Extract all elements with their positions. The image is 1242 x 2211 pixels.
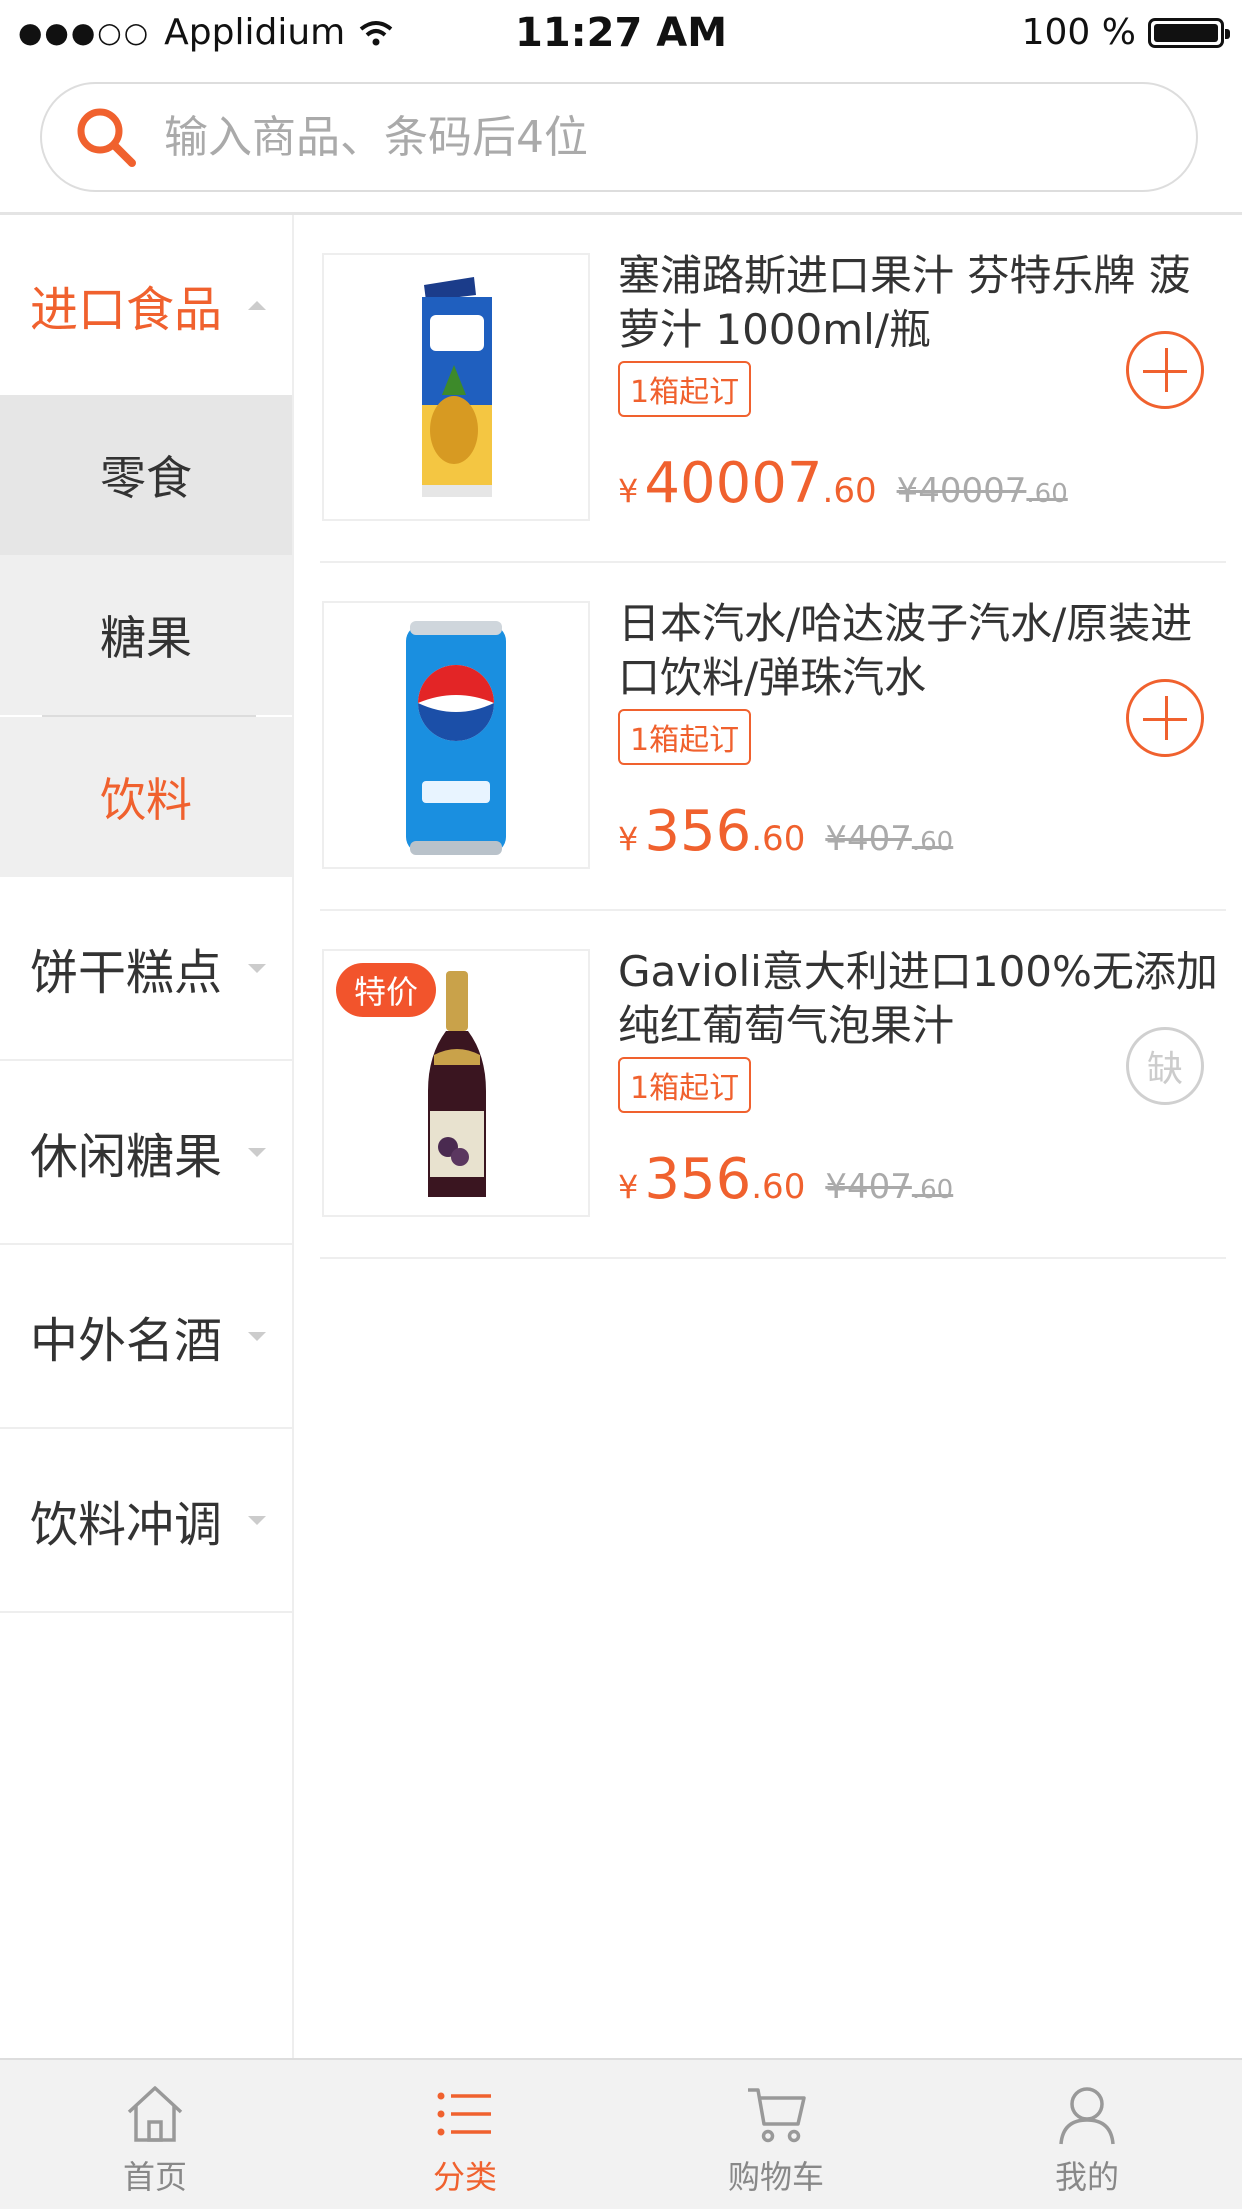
subcategory-drinks[interactable]: 饮料: [0, 717, 292, 877]
original-price-decimal: .60: [911, 827, 954, 857]
subcategory-label: 糖果: [100, 611, 192, 665]
original-price-integer: ¥407: [825, 819, 912, 859]
min-order-badge: 1箱起订: [618, 361, 752, 417]
price-row: ¥ 356 .60 ¥407.60: [618, 1147, 953, 1212]
product-title[interactable]: Gavioli意大利进口100%无添加纯红葡萄气泡果汁: [618, 945, 1228, 1053]
min-order-badge: 1箱起订: [618, 1057, 752, 1113]
add-to-cart-button[interactable]: [1126, 679, 1204, 757]
product-card[interactable]: 塞浦路斯进口果汁 芬特乐牌 菠萝汁 1000ml/瓶 1箱起订 ¥ 40007 …: [320, 215, 1226, 563]
currency-symbol: ¥: [618, 1168, 639, 1206]
caret-down-icon: [248, 1331, 266, 1341]
home-icon: [127, 2086, 183, 2142]
price-decimal: .60: [751, 819, 806, 859]
search-icon: [77, 108, 136, 167]
caret-down-icon: [248, 1147, 266, 1157]
list-icon: [437, 2092, 491, 2136]
price-decimal: .60: [822, 471, 877, 511]
original-price-decimal: .60: [1026, 479, 1068, 509]
original-price: ¥40007.60: [897, 471, 1068, 511]
category-label: 休闲糖果: [30, 1129, 223, 1185]
price-row: ¥ 356 .60 ¥407.60: [618, 799, 953, 864]
category-label: 中外名酒: [30, 1313, 223, 1369]
tab-category[interactable]: 分类: [310, 2060, 620, 2211]
original-price: ¥407.60: [825, 1167, 953, 1207]
juice-carton-image: [422, 277, 492, 497]
currency-symbol: ¥: [618, 472, 639, 510]
tab-cart[interactable]: 购物车: [621, 2060, 931, 2211]
price-decimal: .60: [751, 1167, 806, 1207]
category-sidebar: 进口食品 零食 糖果 饮料 饼干糕点 休闲糖果 中外名酒 饮料冲调: [0, 215, 294, 2058]
category-label: 进口食品: [30, 282, 223, 338]
product-image[interactable]: [322, 253, 590, 521]
tab-profile[interactable]: 我的: [932, 2060, 1242, 2211]
product-title[interactable]: 日本汽水/哈达波子汽水/原装进口饮料/弹珠汽水: [618, 597, 1228, 705]
search-bar[interactable]: [40, 82, 1198, 192]
price-integer: 40007: [644, 451, 823, 516]
user-icon: [1059, 2087, 1115, 2145]
category-leisure-candy[interactable]: 休闲糖果: [0, 1061, 292, 1245]
original-price-decimal: .60: [911, 1175, 954, 1205]
product-image[interactable]: [322, 601, 590, 869]
original-price-integer: ¥40007: [896, 471, 1027, 511]
caret-down-icon: [248, 963, 266, 973]
category-imported-food[interactable]: 进口食品: [0, 215, 292, 395]
subcategory-label: 饮料: [100, 773, 192, 827]
bottom-tab-bar: 首页 分类 购物车 我的: [0, 2058, 1242, 2209]
caret-up-icon: [248, 300, 266, 310]
tab-label: 我的: [1054, 2158, 1119, 2196]
tab-label: 分类: [432, 2158, 497, 2196]
sale-tag: 特价: [336, 963, 437, 1017]
battery-icon: [1148, 17, 1230, 48]
original-price-integer: ¥407: [825, 1167, 912, 1207]
tab-label: 首页: [122, 2158, 187, 2196]
caret-down-icon: [248, 1515, 266, 1525]
category-wine[interactable]: 中外名酒: [0, 1245, 292, 1429]
min-order-badge: 1箱起订: [618, 709, 752, 765]
category-beverages[interactable]: 饮料冲调: [0, 1429, 292, 1613]
tab-label: 购物车: [727, 2158, 824, 2196]
price-integer: 356: [644, 1147, 752, 1212]
add-to-cart-button[interactable]: [1126, 331, 1204, 409]
search-input[interactable]: [162, 110, 1066, 164]
subcategory-snacks[interactable]: 零食: [0, 395, 292, 555]
price-row: ¥ 40007 .60 ¥40007.60: [618, 451, 1068, 516]
cart-icon: [748, 2088, 806, 2143]
tab-home[interactable]: 首页: [0, 2060, 310, 2211]
currency-symbol: ¥: [618, 820, 639, 858]
product-title[interactable]: 塞浦路斯进口果汁 芬特乐牌 菠萝汁 1000ml/瓶: [618, 249, 1228, 357]
subcategory-label: 零食: [100, 451, 192, 505]
subcategory-candy[interactable]: 糖果: [0, 555, 292, 715]
status-bar: ●●●○○ Applidium 11:27 AM 100 %: [0, 0, 1242, 70]
price-integer: 356: [644, 799, 752, 864]
product-card[interactable]: 日本汽水/哈达波子汽水/原装进口饮料/弹珠汽水 1箱起订 ¥ 356 .60 ¥…: [320, 563, 1226, 911]
category-biscuits[interactable]: 饼干糕点: [0, 877, 292, 1061]
battery-info: 100 %: [1021, 12, 1230, 53]
product-image[interactable]: 特价: [322, 949, 590, 1217]
product-card[interactable]: 特价 Gavioli意大利进口100%无添加纯红葡萄气泡果汁 1箱起订 ¥ 35…: [320, 911, 1226, 1259]
battery-percent: 100 %: [1021, 12, 1136, 53]
out-of-stock-button[interactable]: 缺: [1126, 1027, 1204, 1105]
original-price: ¥407.60: [825, 819, 953, 859]
soda-can-image: [406, 621, 506, 855]
category-label: 饮料冲调: [30, 1497, 223, 1553]
category-label: 饼干糕点: [30, 945, 223, 1001]
